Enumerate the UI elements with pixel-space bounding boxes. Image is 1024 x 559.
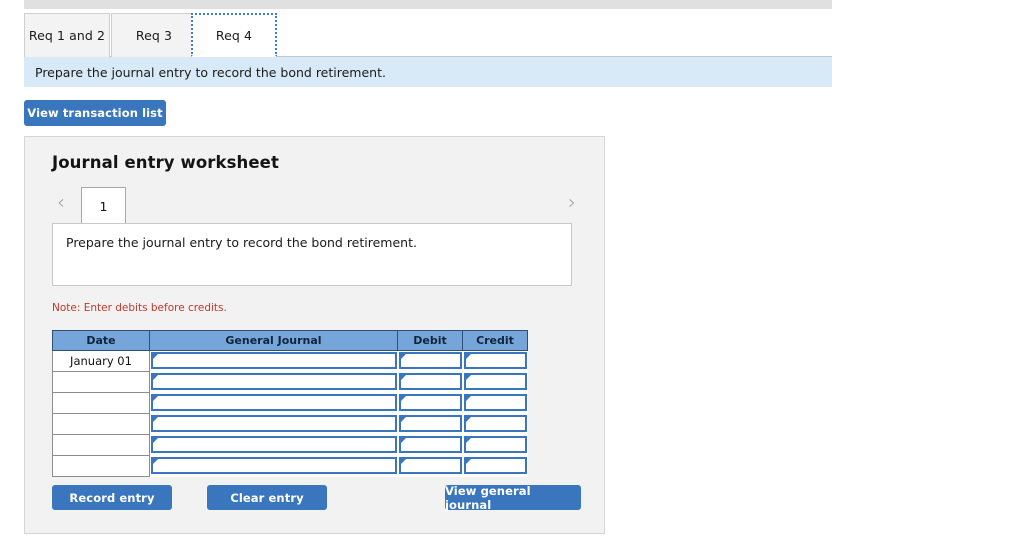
column-header-date: Date (52, 330, 150, 351)
requirement-tab-bar: Req 1 and 2 Req 3 Req 4 (24, 13, 832, 57)
journal-entry-worksheet-panel: Journal entry worksheet ‹ 1 › Prepare th… (24, 136, 605, 534)
cell-debit (397, 350, 463, 372)
page-number-label: 1 (99, 199, 108, 214)
record-entry-button[interactable]: Record entry (52, 485, 172, 510)
debit-input[interactable] (398, 352, 462, 370)
column-header-credit: Credit (462, 330, 528, 351)
chevron-left-glyph: ‹ (57, 190, 65, 214)
instruction-text: Prepare the journal entry to record the … (35, 64, 386, 80)
tab-label: Req 1 and 2 (28, 28, 106, 43)
tab-req-4[interactable]: Req 4 (191, 13, 277, 57)
button-label: View general journal (445, 483, 531, 512)
debit-input[interactable] (398, 457, 462, 474)
journal-entry-table: Date General Journal Debit Credit Januar… (52, 330, 528, 477)
general-journal-input[interactable] (151, 457, 397, 474)
table-row (52, 413, 528, 435)
worksheet-description-text: Prepare the journal entry to record the … (66, 235, 417, 250)
general-journal-input[interactable] (151, 394, 397, 411)
cell-date[interactable] (52, 413, 150, 435)
debits-before-credits-note: Note: Enter debits before credits. (52, 302, 227, 314)
debit-input[interactable] (398, 415, 462, 432)
cell-general-journal (149, 455, 398, 477)
cell-credit (462, 350, 528, 372)
cell-date[interactable] (52, 371, 150, 393)
worksheet-page-tab-1[interactable]: 1 (81, 187, 126, 225)
tab-label: Req 3 (135, 28, 173, 43)
top-gray-strip (24, 0, 832, 9)
debit-input[interactable] (398, 394, 462, 411)
worksheet-pager: ‹ 1 › (25, 183, 606, 225)
debit-input[interactable] (398, 373, 462, 390)
cell-general-journal (149, 392, 398, 414)
credit-input[interactable] (463, 415, 527, 432)
chevron-right-glyph: › (568, 190, 576, 214)
credit-input[interactable] (463, 352, 527, 370)
table-row (52, 455, 528, 477)
credit-input[interactable] (463, 457, 527, 474)
general-journal-input[interactable] (151, 436, 397, 453)
cell-date[interactable] (52, 434, 150, 456)
table-row: January 01 (52, 350, 528, 372)
tab-req-1-and-2[interactable]: Req 1 and 2 (24, 13, 110, 57)
general-journal-input[interactable] (151, 415, 397, 432)
credit-input[interactable] (463, 436, 527, 453)
credit-input[interactable] (463, 394, 527, 411)
chevron-right-icon[interactable]: › (562, 188, 582, 216)
debit-input[interactable] (398, 436, 462, 453)
cell-general-journal (149, 371, 398, 393)
cell-debit (397, 455, 463, 477)
cell-debit (397, 413, 463, 435)
tab-label: Req 4 (215, 27, 253, 43)
view-general-journal-button[interactable]: View general journal (445, 483, 581, 512)
view-transaction-list-button[interactable]: View transaction list (24, 100, 166, 126)
instruction-banner: Prepare the journal entry to record the … (24, 57, 832, 87)
cell-credit (462, 413, 528, 435)
cell-credit (462, 392, 528, 414)
clear-entry-button[interactable]: Clear entry (207, 485, 327, 510)
table-header-row: Date General Journal Debit Credit (52, 330, 528, 351)
cell-credit (462, 434, 528, 456)
button-label: Record entry (69, 490, 155, 505)
column-header-general-journal: General Journal (149, 330, 398, 351)
page-root: Req 1 and 2 Req 3 Req 4 Prepare the jour… (0, 0, 1024, 559)
column-header-debit: Debit (397, 330, 463, 351)
cell-debit (397, 371, 463, 393)
button-label: View transaction list (27, 106, 163, 120)
table-row (52, 434, 528, 456)
general-journal-input[interactable] (151, 352, 397, 370)
cell-credit (462, 455, 528, 477)
cell-date[interactable]: January 01 (52, 350, 150, 372)
table-row (52, 371, 528, 393)
cell-general-journal (149, 350, 398, 372)
worksheet-title: Journal entry worksheet (52, 153, 279, 172)
cell-credit (462, 371, 528, 393)
button-label: Clear entry (230, 490, 304, 505)
chevron-left-icon[interactable]: ‹ (51, 188, 71, 216)
cell-debit (397, 434, 463, 456)
cell-general-journal (149, 413, 398, 435)
credit-input[interactable] (463, 373, 527, 390)
cell-date[interactable] (52, 455, 150, 477)
tab-req-3[interactable]: Req 3 (111, 13, 197, 57)
cell-date[interactable] (52, 392, 150, 414)
cell-general-journal (149, 434, 398, 456)
cell-debit (397, 392, 463, 414)
table-row (52, 392, 528, 414)
general-journal-input[interactable] (151, 373, 397, 390)
worksheet-description-box: Prepare the journal entry to record the … (52, 223, 572, 286)
